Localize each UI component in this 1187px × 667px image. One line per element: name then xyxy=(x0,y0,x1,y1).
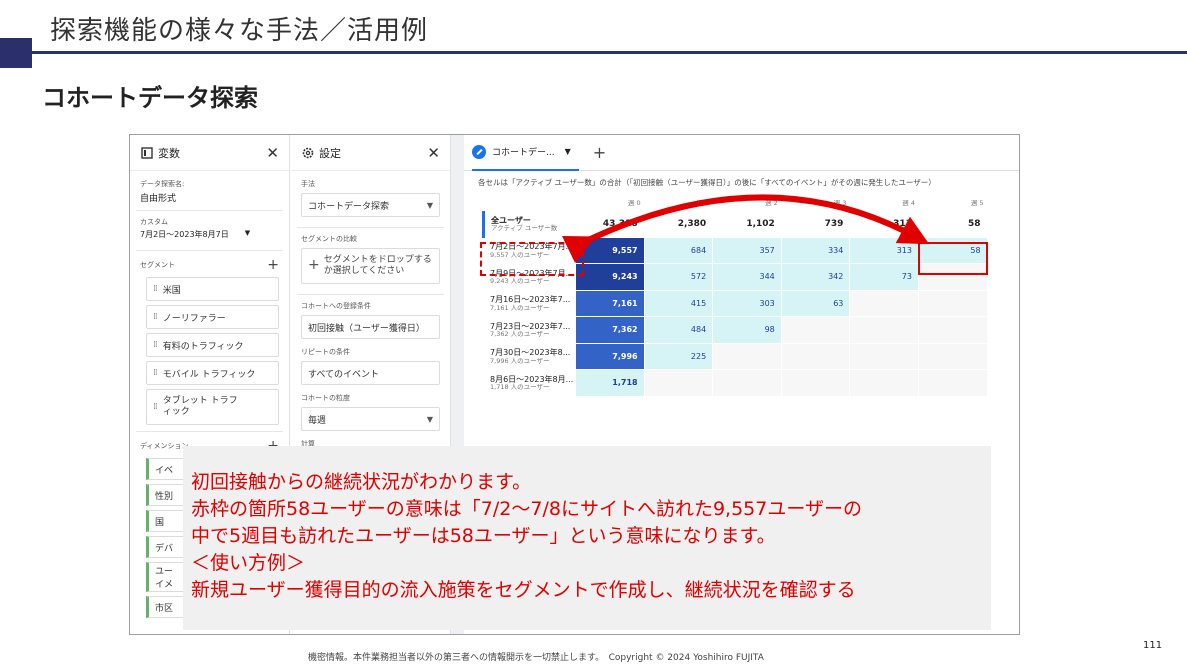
close-icon[interactable]: ✕ xyxy=(266,144,279,162)
divider xyxy=(297,294,444,295)
callout-line: 中で5週目も訪れたユーザーは58ユーザー」という意味になります。 xyxy=(191,525,776,547)
segments-label: セグメント xyxy=(140,261,175,269)
segment-chip[interactable]: ⁞⁞ 米国 xyxy=(146,277,279,301)
cohort-size: 7,996 人のユーザー xyxy=(490,356,550,365)
divider xyxy=(136,210,283,211)
cohort-cell[interactable]: 7,996 xyxy=(576,343,645,370)
cohort-size: 7,161 人のユーザー xyxy=(490,303,550,312)
inclusion-field[interactable]: 初回接触（ユーザー獲得日） xyxy=(301,315,440,339)
technique-select[interactable]: コホートデータ探索 ▼ xyxy=(301,193,440,217)
settings-title: 設定 xyxy=(319,146,341,160)
date-range-selector[interactable]: 7月2日～2023年8月7日 ▼ xyxy=(140,229,279,240)
callout-line: 初回接触からの継続状況がわかります。 xyxy=(191,471,532,493)
granularity-select[interactable]: 毎週 ▼ xyxy=(301,407,440,431)
cohort-cell[interactable] xyxy=(850,343,919,370)
slide-title: 探索機能の様々な手法／活用例 xyxy=(50,16,429,46)
callout-line: 新規ユーザー獲得目的の流入施策をセグメントで作成し、継続状況を確認する xyxy=(191,579,856,601)
cohort-cell[interactable] xyxy=(918,343,988,370)
cohort-cell[interactable] xyxy=(781,343,851,370)
cohort-size: 1,718 人のユーザー xyxy=(490,383,550,392)
cohort-cell[interactable] xyxy=(850,370,919,397)
cohort-cell[interactable]: 225 xyxy=(644,343,714,370)
close-icon[interactable]: ✕ xyxy=(427,144,440,162)
date-range: 7月2日～2023年8月7日 xyxy=(140,230,229,239)
dimension-chip[interactable]: ユーイメ xyxy=(146,562,186,592)
drag-handle-icon[interactable]: ⁞⁞ xyxy=(153,284,158,294)
segment-chip[interactable]: ⁞⁞ 有料のトラフィック xyxy=(146,333,279,357)
footer-text: 機密情報。本件業務担当者以外の第三者への情報開示を一切禁止します。 Copyri… xyxy=(308,653,764,663)
return-label: リピートの条件 xyxy=(301,348,350,356)
callout-line: 赤枠の箇所58ユーザーの意味は「7/2～7/8にサイトへ訪れた9,557ユーザー… xyxy=(191,498,862,520)
cohort-cell[interactable]: 484 xyxy=(644,317,714,344)
add-segment-icon[interactable]: + xyxy=(267,257,279,273)
exploration-name[interactable]: 自由形式 xyxy=(140,191,279,204)
divider xyxy=(136,431,283,432)
cohort-cell[interactable] xyxy=(781,370,851,397)
drag-handle-icon[interactable]: ⁞⁞ xyxy=(153,312,158,322)
caret-down-icon: ▼ xyxy=(426,200,433,210)
exploration-name-label: データ探索名: xyxy=(140,180,185,188)
variables-title: 変数 xyxy=(158,146,180,160)
title-rule xyxy=(32,51,1187,54)
gear-icon xyxy=(301,146,315,160)
variables-icon xyxy=(140,146,154,160)
plus-icon: + xyxy=(308,257,320,274)
source-cohort-highlight xyxy=(480,242,584,276)
page-number: 111 xyxy=(1143,640,1163,651)
cohort-row: 7月30日～2023年8... 7,996 人のユーザー 7,996 225 xyxy=(482,343,988,370)
cohort-cell[interactable] xyxy=(713,370,782,397)
cohort-size: 7,362 人のユーザー xyxy=(490,330,550,339)
week5-value-highlight xyxy=(918,242,988,275)
segments-header: セグメント + xyxy=(140,257,279,273)
segment-chip[interactable]: ⁞⁞ モバイル トラフィック xyxy=(146,361,279,385)
caret-down-icon: ▼ xyxy=(426,414,433,424)
cohort-cell[interactable] xyxy=(918,370,988,397)
dimension-chip[interactable]: 市区 xyxy=(146,596,186,618)
cohort-cell[interactable]: 98 xyxy=(713,317,782,344)
cohort-cell[interactable] xyxy=(850,317,919,344)
settings-header: 設定 ✕ xyxy=(291,135,450,171)
drag-handle-icon[interactable]: ⁞⁞ xyxy=(153,368,158,378)
cohort-cell[interactable] xyxy=(644,370,714,397)
cohort-cell[interactable] xyxy=(781,317,851,344)
cohort-cell[interactable]: 7,362 xyxy=(576,317,645,344)
cohort-cell[interactable] xyxy=(918,317,988,344)
slide-subtitle: コホートデータ探索 xyxy=(42,84,258,112)
title-accent-block xyxy=(0,38,32,68)
segment-drop-zone[interactable]: + セグメントをドロップするか選択してください xyxy=(301,248,440,284)
callout-text: 初回接触からの継続状況がわかります。 赤枠の箇所58ユーザーの意味は「7/2～7… xyxy=(191,469,862,604)
segment-chip[interactable]: ⁞⁞ ノーリファラー xyxy=(146,305,279,329)
drag-handle-icon[interactable]: ⁞⁞ xyxy=(153,402,158,412)
callout-line: ＜使い方例＞ xyxy=(191,552,306,574)
segment-chip[interactable]: ⁞⁞ タブレット トラフィック xyxy=(146,389,279,425)
dimension-chip[interactable]: 性別 xyxy=(146,484,186,506)
date-label: カスタム xyxy=(140,218,168,226)
variables-header: 変数 ✕ xyxy=(130,135,289,171)
chevron-down-icon: ▼ xyxy=(244,229,251,237)
cohort-row: 8月6日～2023年8月... 1,718 人のユーザー 1,718 xyxy=(482,370,988,397)
technique-label: 手法 xyxy=(301,180,315,188)
granularity-label: コホートの粒度 xyxy=(301,394,350,402)
cohort-cell[interactable]: 1,718 xyxy=(576,370,645,397)
segment-compare-label: セグメントの比較 xyxy=(301,235,357,243)
dimension-chip[interactable]: 国 xyxy=(146,510,186,532)
divider xyxy=(297,227,444,228)
inclusion-label: コホートへの登録条件 xyxy=(301,302,371,310)
cohort-row: 7月23日～2023年7... 7,362 人のユーザー 7,362 484 98 xyxy=(482,317,988,344)
return-field[interactable]: すべてのイベント xyxy=(301,361,440,385)
dimension-chip[interactable]: デバ xyxy=(146,536,186,558)
cohort-cell[interactable] xyxy=(713,343,782,370)
drag-handle-icon[interactable]: ⁞⁞ xyxy=(153,340,158,350)
dimensions-label: ディメンション xyxy=(140,442,189,450)
dimension-chip[interactable]: イベ xyxy=(146,458,186,480)
divider xyxy=(136,250,283,251)
